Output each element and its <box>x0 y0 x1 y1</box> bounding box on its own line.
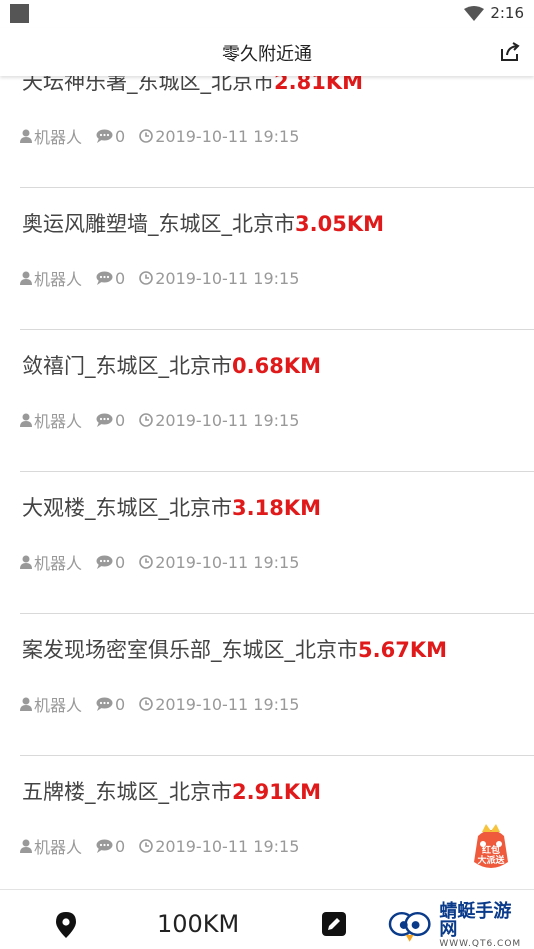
item-meta: 机器人 0 2019-10-11 19:15 <box>20 124 313 148</box>
list-item[interactable]: 天坛神乐署_东城区_北京市2.81KM 机器人 0 2019-10-11 19:… <box>20 76 534 188</box>
wifi-icon <box>464 6 484 21</box>
item-author: 机器人 <box>34 128 83 147</box>
item-time: 2019-10-11 19:15 <box>155 268 300 288</box>
comment-icon <box>96 129 113 143</box>
item-time: 2019-10-11 19:15 <box>155 410 300 430</box>
list-item[interactable]: 大观楼_东城区_北京市3.18KM 机器人 0 2019-10-11 19:15 <box>20 472 534 614</box>
item-title: 五牌楼_东城区_北京市2.91KM <box>22 776 321 806</box>
item-distance: 2.91KM <box>232 780 321 804</box>
radius-selector[interactable]: 100KM <box>157 910 239 938</box>
user-icon <box>20 413 32 427</box>
dragonfly-logo-icon <box>388 911 431 942</box>
watermark-url: WWW.QT6.COM <box>439 939 522 949</box>
page-title: 零久附近通 <box>222 44 312 65</box>
item-meta: 机器人 0 2019-10-11 19:15 <box>20 266 313 290</box>
item-name: 天坛神乐署_东城区_北京市 <box>22 76 274 94</box>
item-comment-count: 0 <box>115 268 126 288</box>
user-icon <box>20 697 32 711</box>
item-time: 2019-10-11 19:15 <box>155 836 300 856</box>
user-icon <box>20 129 32 143</box>
item-title: 案发现场密室俱乐部_东城区_北京市5.67KM <box>22 634 447 664</box>
item-comment-count: 0 <box>115 126 126 146</box>
watermark-name: 蜻蜓手游网 <box>439 901 512 940</box>
item-name: 案发现场密室俱乐部_东城区_北京市 <box>22 638 358 662</box>
item-comment-count: 0 <box>115 552 126 572</box>
list-item[interactable]: 奥运风雕塑墙_东城区_北京市3.05KM 机器人 0 2019-10-11 19… <box>20 188 534 330</box>
item-author: 机器人 <box>34 412 83 431</box>
red-packet-button[interactable]: 红包 大派送 <box>470 822 512 874</box>
item-meta: 机器人 0 2019-10-11 19:15 <box>20 408 313 432</box>
red-packet-line1: 红包 <box>481 846 500 856</box>
location-pin-icon[interactable] <box>56 912 76 938</box>
user-icon <box>20 839 32 853</box>
item-name: 奥运风雕塑墙_东城区_北京市 <box>22 212 295 236</box>
red-packet-line2: 大派送 <box>477 856 505 866</box>
clock-icon <box>139 413 154 427</box>
status-bar: 2:16 <box>0 0 534 28</box>
item-time: 2019-10-11 19:15 <box>155 126 300 146</box>
item-distance: 3.05KM <box>295 212 384 236</box>
user-icon <box>20 555 32 569</box>
app-header: 零久附近通 <box>0 28 534 76</box>
clock-icon <box>139 555 154 569</box>
item-comment-count: 0 <box>115 836 126 856</box>
item-title: 大观楼_东城区_北京市3.18KM <box>22 492 321 522</box>
item-distance: 5.67KM <box>358 638 447 662</box>
poi-list: 天坛神乐署_东城区_北京市2.81KM 机器人 0 2019-10-11 19:… <box>0 76 534 888</box>
item-comment-count: 0 <box>115 410 126 430</box>
share-icon[interactable] <box>498 40 522 64</box>
item-meta: 机器人 0 2019-10-11 19:15 <box>20 550 313 574</box>
comment-icon <box>96 555 113 569</box>
status-time: 2:16 <box>490 4 524 22</box>
item-time: 2019-10-11 19:15 <box>155 694 300 714</box>
item-distance: 0.68KM <box>232 354 321 378</box>
item-author: 机器人 <box>34 270 83 289</box>
item-time: 2019-10-11 19:15 <box>155 552 300 572</box>
comment-icon <box>96 697 113 711</box>
clock-icon <box>139 129 154 143</box>
item-distance: 2.81KM <box>274 76 363 94</box>
clock-icon <box>139 271 154 285</box>
edit-icon[interactable] <box>322 912 346 936</box>
item-meta: 机器人 0 2019-10-11 19:15 <box>20 692 313 716</box>
item-name: 敛禧门_东城区_北京市 <box>22 354 232 378</box>
item-author: 机器人 <box>34 838 83 857</box>
list-item[interactable]: 敛禧门_东城区_北京市0.68KM 机器人 0 2019-10-11 19:15 <box>20 330 534 472</box>
clock-icon <box>139 697 154 711</box>
notification-icon <box>10 4 29 23</box>
item-author: 机器人 <box>34 696 83 715</box>
item-name: 五牌楼_东城区_北京市 <box>22 780 232 804</box>
comment-icon <box>96 413 113 427</box>
clock-icon <box>139 839 154 853</box>
watermark: 蜻蜓手游网 WWW.QT6.COM <box>388 903 528 949</box>
item-title: 天坛神乐署_东城区_北京市2.81KM <box>22 76 363 96</box>
item-meta: 机器人 0 2019-10-11 19:15 <box>20 834 313 858</box>
user-icon <box>20 271 32 285</box>
item-author: 机器人 <box>34 554 83 573</box>
comment-icon <box>96 839 113 853</box>
list-item[interactable]: 五牌楼_东城区_北京市2.91KM 机器人 0 2019-10-11 19:15 <box>20 756 534 888</box>
item-title: 敛禧门_东城区_北京市0.68KM <box>22 350 321 380</box>
comment-icon <box>96 271 113 285</box>
item-comment-count: 0 <box>115 694 126 714</box>
item-name: 大观楼_东城区_北京市 <box>22 496 232 520</box>
list-item[interactable]: 案发现场密室俱乐部_东城区_北京市5.67KM 机器人 0 2019-10-11… <box>20 614 534 756</box>
item-distance: 3.18KM <box>232 496 321 520</box>
item-title: 奥运风雕塑墙_东城区_北京市3.05KM <box>22 208 384 238</box>
